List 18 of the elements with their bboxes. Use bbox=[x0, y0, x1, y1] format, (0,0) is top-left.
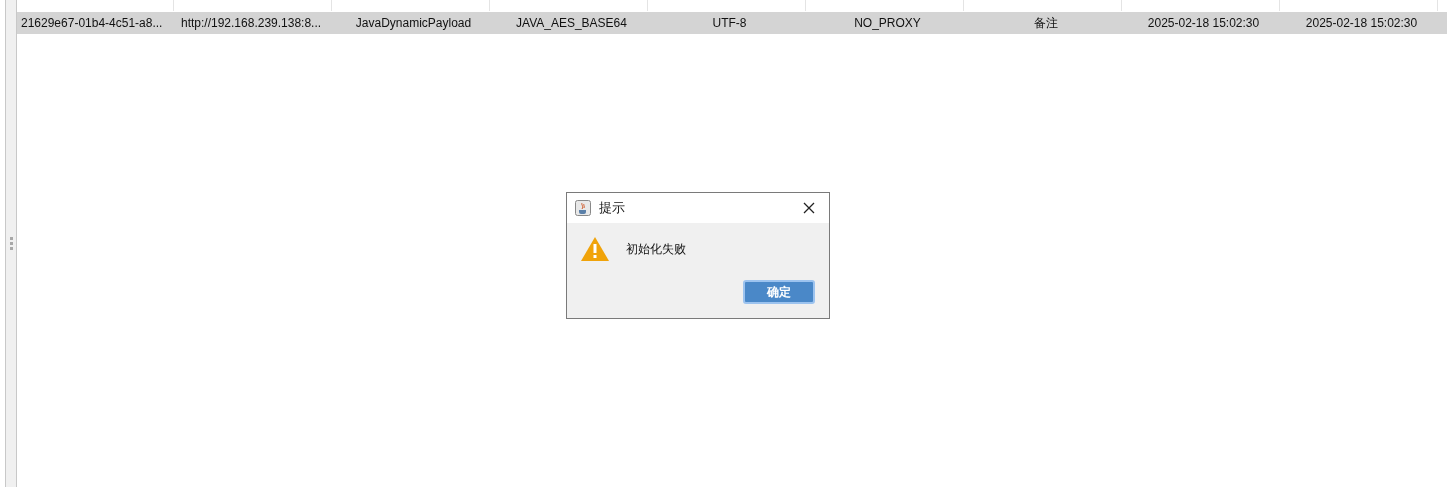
table-cell: NO_PROXY bbox=[809, 12, 967, 34]
table-cell: 备注 bbox=[967, 12, 1125, 34]
warning-icon bbox=[580, 236, 610, 262]
table-cell: JAVA_AES_BASE64 bbox=[493, 12, 651, 34]
cup-icon bbox=[575, 200, 591, 216]
table-row[interactable]: 21629e67-01b4-4c51-a8... http://192.168.239.138:8... JavaDynamicPayload JAVA_AES_BASE64 UTF-8 NO_PROXY 备注 2025-02-18 15:02:30 2025-02-18 15:02:30 bbox=[17, 12, 1447, 35]
close-icon[interactable] bbox=[803, 202, 815, 214]
grip-icon bbox=[9, 237, 13, 250]
table-cell: 2025-02-18 15:02:30 bbox=[1125, 12, 1283, 34]
table-cell: JavaDynamicPayload bbox=[335, 12, 493, 34]
dialog-message: 初始化失败 bbox=[626, 240, 686, 258]
table-cell: 21629e67-01b4-4c51-a8... bbox=[17, 12, 174, 34]
dialog-title: 提示 bbox=[599, 199, 626, 217]
table-cell: http://192.168.239.138:8... bbox=[174, 12, 335, 34]
table-cell: UTF-8 bbox=[651, 12, 809, 34]
table-cell: 2025-02-18 15:02:30 bbox=[1283, 12, 1441, 34]
ok-button[interactable]: 确定 bbox=[743, 280, 815, 304]
splitter-handle[interactable] bbox=[5, 0, 17, 487]
